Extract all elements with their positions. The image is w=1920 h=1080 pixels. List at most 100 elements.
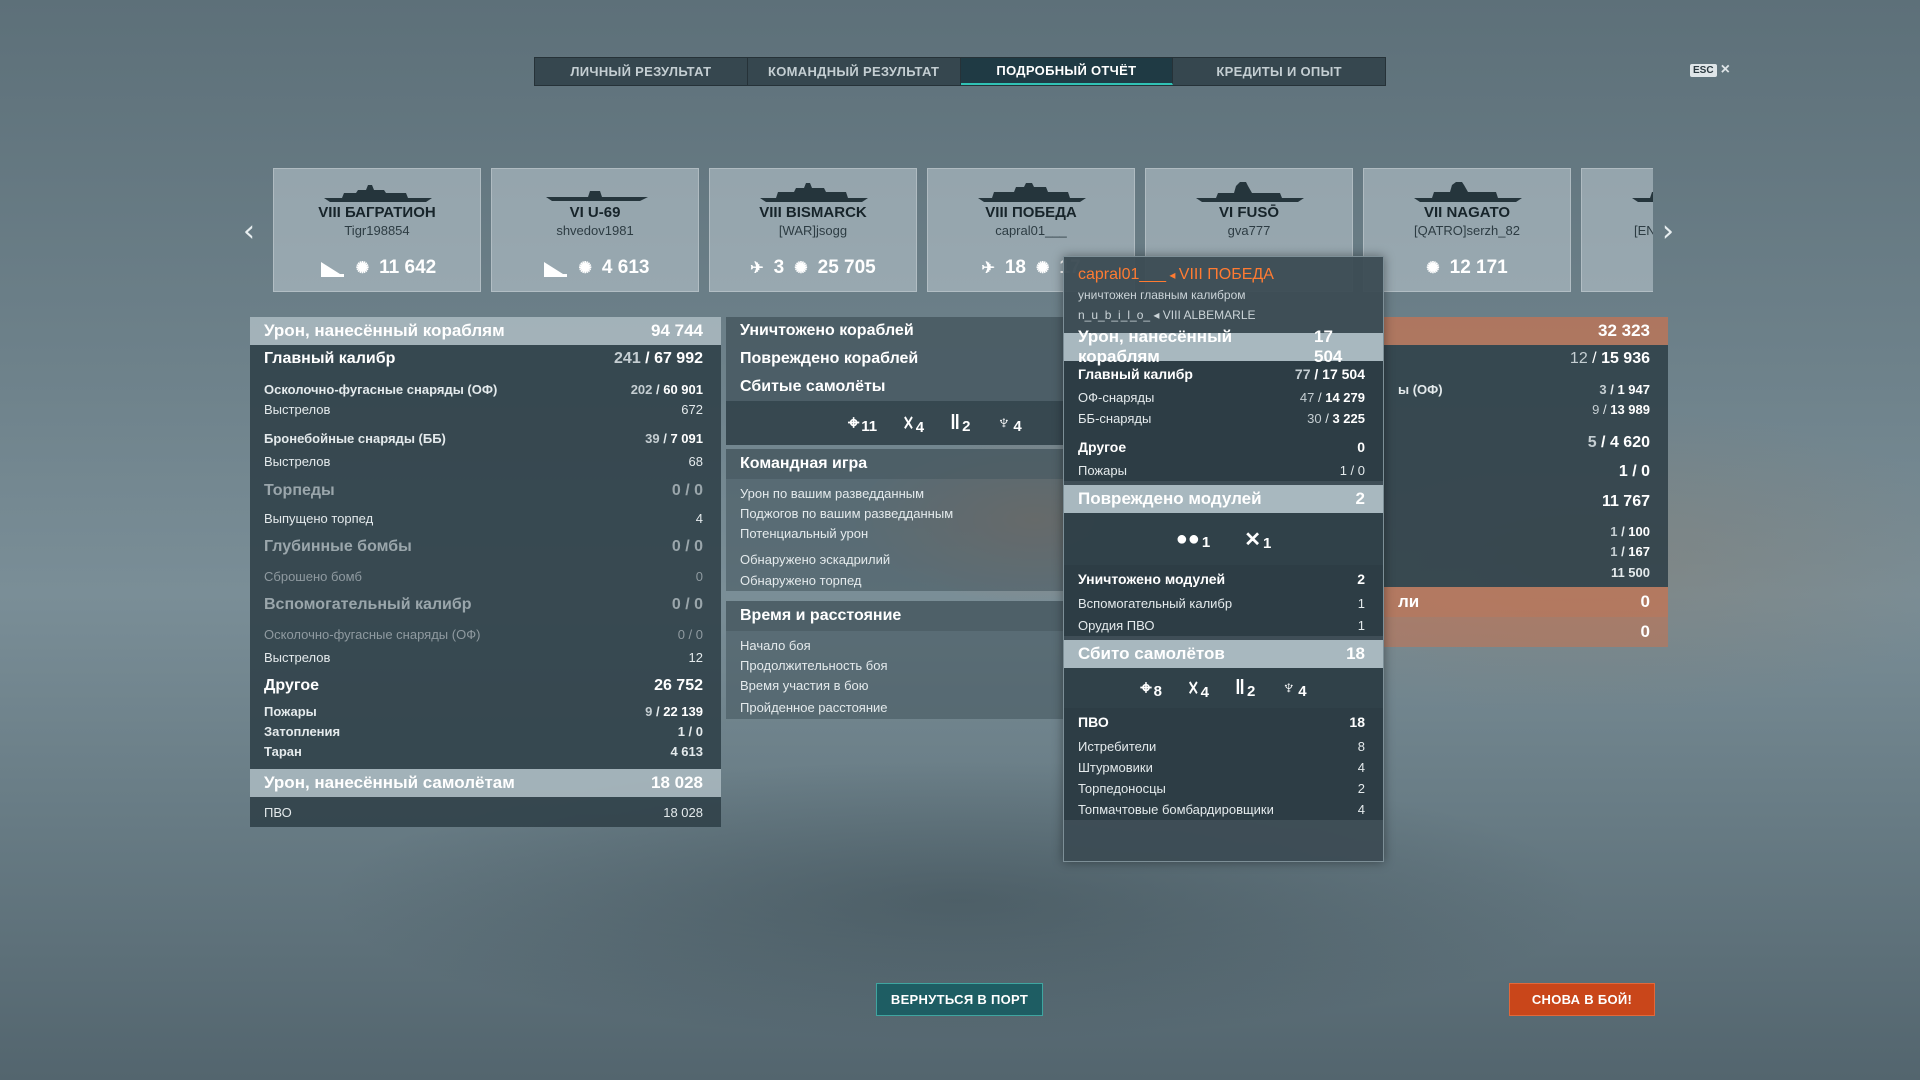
torpedo-icon [543, 262, 567, 277]
battleship-silhouette-icon [1196, 182, 1304, 202]
right-row: 5 / 4 620 [1384, 419, 1668, 457]
tt-aa: ПВО 18 [1064, 708, 1383, 736]
ship-name: VI FUSŌ [1218, 204, 1279, 221]
team-item: Потенциальный урон [726, 523, 1066, 543]
other-damage-row: Другое 26 752 [250, 667, 721, 701]
battle-again-button[interactable]: СНОВА В БОЙ! [1509, 983, 1655, 1016]
team-item: Урон по вашим разведданным [726, 479, 1066, 503]
damage-to-planes-header: Урон, нанесённый самолётам 18 028 [250, 769, 721, 797]
bombs-dropped-row: Сброшено бомб 0 [250, 563, 721, 589]
player-name: capral01___ [995, 223, 1067, 238]
tt-fires: Пожары 1 / 0 [1064, 459, 1383, 481]
damage-icon: ✺ [578, 260, 592, 277]
fires-row: Пожары 9 / 22 139 [250, 701, 721, 721]
tt-damage-header: Урон, нанесённый кораблям 17 504 [1064, 327, 1383, 366]
tt-plane-icons: ⌖ 8 ☓ 4 ‖ 2 ♆ 4 [1064, 668, 1383, 708]
ship-card[interactable]: VIII БАГРАТИОН Tigr198854 ✺ 11 642 [273, 168, 481, 292]
tt-planes-header: Сбито самолётов 18 [1064, 640, 1383, 668]
planes-shot-row: Сбитые самолёты [726, 373, 1066, 401]
tt-secondary: Вспомогательный калибр 1 [1064, 593, 1383, 614]
damage-value: 4 613 [601, 257, 650, 278]
tab-personal[interactable]: ЛИЧНЫЙ РЕЗУЛЬТАТ [535, 58, 748, 85]
depth-charge-icon: ●● 1 [1175, 527, 1211, 551]
tt-attack: Штурмовики 4 [1064, 757, 1383, 778]
ship-carousel: VIII БАГРАТИОН Tigr198854 ✺ 11 642 VI U-… [273, 168, 1653, 292]
battleship-silhouette-icon [760, 183, 868, 202]
torpedo-bomber-icon: ‖ 2 [1234, 676, 1256, 700]
tab-credits[interactable]: КРЕДИТЫ И ОПЫТ [1173, 58, 1385, 85]
tab-team[interactable]: КОМАНДНЫЙ РЕЗУЛЬТАТ [748, 58, 961, 85]
right-main-caliber: 12 / 15 936 [1384, 345, 1668, 373]
battleship-silhouette-icon [1632, 192, 1653, 202]
ship-card[interactable]: VI U-69 shvedov1981 ✺ 4 613 [491, 168, 699, 292]
tt-aa-guns: Орудия ПВО 1 [1064, 614, 1383, 636]
planes-shot-icons: ⌖ 11 ☓ 4 ‖ 2 ♆ 4 [726, 401, 1066, 445]
ship-name: VIII ПОБЕДА [985, 204, 1077, 221]
tooltip-player: capral01___ [1078, 266, 1167, 283]
player-name: shvedov1981 [556, 223, 634, 238]
tt-modules-destroyed: Уничтожено модулей 2 [1064, 565, 1383, 593]
ship-card[interactable]: VIII BISMARCK [WAR]jsogg ✈ 3 ✺ 25 705 [709, 168, 917, 292]
right-row: 11 500 [1384, 561, 1668, 583]
time-item: Время участия в бою [726, 675, 1066, 695]
ship-name: VIII BISMARCK [759, 204, 867, 221]
damage-icon: ✺ [1426, 260, 1440, 277]
planes-shot-value: 3 [773, 257, 785, 278]
damage-icon: ✺ [1036, 260, 1050, 277]
secondary-shots-row: Выстрелов 12 [250, 647, 721, 667]
damage-value: 12 171 [1449, 257, 1508, 278]
player-name: gva777 [1227, 223, 1271, 238]
fighter-icon: ⌖ 8 [1140, 676, 1162, 700]
carousel-prev-icon[interactable]: ‹ [243, 214, 255, 249]
player-name: [EN [1634, 223, 1653, 238]
damage-icon: ✺ [794, 260, 808, 277]
right-he-row: ы (ОФ) 3 / 1 947 [1384, 373, 1668, 399]
time-distance-header: Время и расстояние [726, 601, 1066, 631]
right-row: 11 767 [1384, 487, 1668, 517]
plane-shot-icon: ✈ [750, 260, 764, 277]
tt-other: Другое 0 [1064, 429, 1383, 459]
ship-card[interactable]: VII NAGATO [QATRO]serzh_82 ✺ 12 171 [1363, 168, 1571, 292]
tt-fighters: Истребители 8 [1064, 736, 1383, 757]
he-shots-row: Выстрелов 672 [250, 399, 721, 419]
planes-shot-value: 18 [1004, 257, 1026, 278]
ship-name: VIII БАГРАТИОН [318, 204, 436, 221]
ships-damaged-row: Повреждено кораблей [726, 345, 1066, 373]
tooltip-ship: VIII ПОБЕДА [1178, 266, 1274, 283]
team-item: Обнаружено торпед [726, 569, 1066, 591]
tt-modules-damaged: Повреждено модулей 2 [1064, 485, 1383, 513]
damage-icon: ✺ [355, 260, 370, 277]
time-item: Начало боя [726, 631, 1066, 655]
tt-torpbombers: Торпедоносцы 2 [1064, 778, 1383, 799]
attack-plane-icon: ☓ 4 [1187, 677, 1209, 701]
team-item: Обнаружено эскадрилий [726, 543, 1066, 569]
team-item: Поджогов по вашим разведданным [726, 503, 1066, 523]
depth-charges-row: Глубинные бомбы 0 / 0 [250, 531, 721, 563]
tab-detailed[interactable]: ПОДРОБНЫЙ ОТЧЁТ [960, 58, 1174, 85]
damage-value: 11 642 [379, 257, 437, 278]
he-shells-row: Осколочно-фугасные снаряды (ОФ) 202 / 60 … [250, 373, 721, 399]
torpedoes-launched-row: Выпущено торпед 4 [250, 505, 721, 531]
damage-to-ships-header: Урон, нанесённый кораблям 94 744 [250, 317, 721, 345]
attack-plane-icon: ☓ 4 [903, 412, 925, 436]
damage-value: 25 705 [817, 257, 876, 278]
esc-key-icon: ESC [1690, 63, 1717, 77]
battleship-silhouette-icon [1414, 182, 1522, 202]
ship-card[interactable]: [EN [1581, 168, 1653, 292]
plane-shot-icon: ✈ [981, 260, 995, 277]
tt-he: ОФ-снаряды 47 / 14 279 [1064, 387, 1383, 408]
ap-shells-row: Бронебойные снаряды (ББ) 39 / 7 091 [250, 419, 721, 451]
secondary-he-row: Осколочно-фугасные снаряды (ОФ) 0 / 0 [250, 621, 721, 647]
enemy-panel: 32 323 12 / 15 936 ы (ОФ) 3 / 1 947 9 / 1… [1384, 317, 1668, 647]
ship-class-icon: ◂ [1169, 268, 1176, 282]
player-name: [QATRO]serzh_82 [1414, 223, 1520, 238]
aa-gun-icon: ✕ 1 [1244, 528, 1272, 552]
close-button[interactable]: ESC × [1690, 61, 1730, 79]
close-icon: × [1720, 61, 1730, 78]
time-item: Пройденное расстояние [726, 695, 1066, 719]
death-cause: уничтожен главным калибром [1078, 288, 1246, 302]
right-row: 1 / 0 [1384, 457, 1668, 487]
return-to-port-button[interactable]: ВЕРНУТЬСЯ В ПОРТ [876, 983, 1043, 1016]
torpedoes-row: Торпеды 0 / 0 [250, 477, 721, 505]
carousel-next-icon[interactable]: › [1662, 214, 1674, 249]
